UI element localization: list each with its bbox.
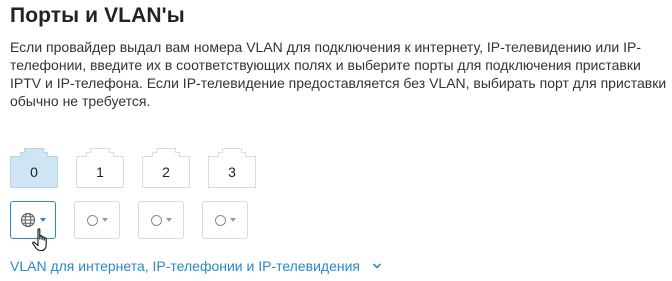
- circle-icon: [214, 214, 226, 226]
- port-2[interactable]: 2: [142, 148, 190, 188]
- chevron-down-icon: [40, 218, 46, 222]
- port-number: 3: [228, 164, 236, 180]
- section-description: Если провайдер выдал вам номера VLAN для…: [10, 39, 667, 109]
- vlan-settings-toggle[interactable]: VLAN для интернета, IP-телефонии и IP-те…: [10, 258, 382, 274]
- port-number: 0: [30, 164, 38, 180]
- port-1[interactable]: 1: [76, 148, 124, 188]
- hand-pointer-cursor-icon: [32, 228, 47, 252]
- port-3[interactable]: 3: [208, 148, 256, 188]
- section-title: Порты и VLAN'ы: [10, 4, 185, 27]
- chevron-down-icon: [101, 218, 108, 222]
- port-number: 2: [162, 164, 170, 180]
- port-list: 0 1 2 3: [10, 148, 256, 188]
- chevron-down-icon: [229, 218, 236, 222]
- circle-icon: [86, 214, 98, 226]
- circle-icon: [150, 214, 162, 226]
- chevron-down-icon: [372, 263, 382, 269]
- vlan-settings-label: VLAN для интернета, IP-телефонии и IP-те…: [10, 258, 360, 274]
- port-1-assignment-select[interactable]: [74, 201, 120, 239]
- port-3-assignment-select[interactable]: [202, 201, 248, 239]
- globe-icon: [20, 212, 36, 228]
- chevron-down-icon: [165, 218, 172, 222]
- port-number: 1: [96, 164, 104, 180]
- port-2-assignment-select[interactable]: [138, 201, 184, 239]
- port-0[interactable]: 0: [10, 148, 58, 188]
